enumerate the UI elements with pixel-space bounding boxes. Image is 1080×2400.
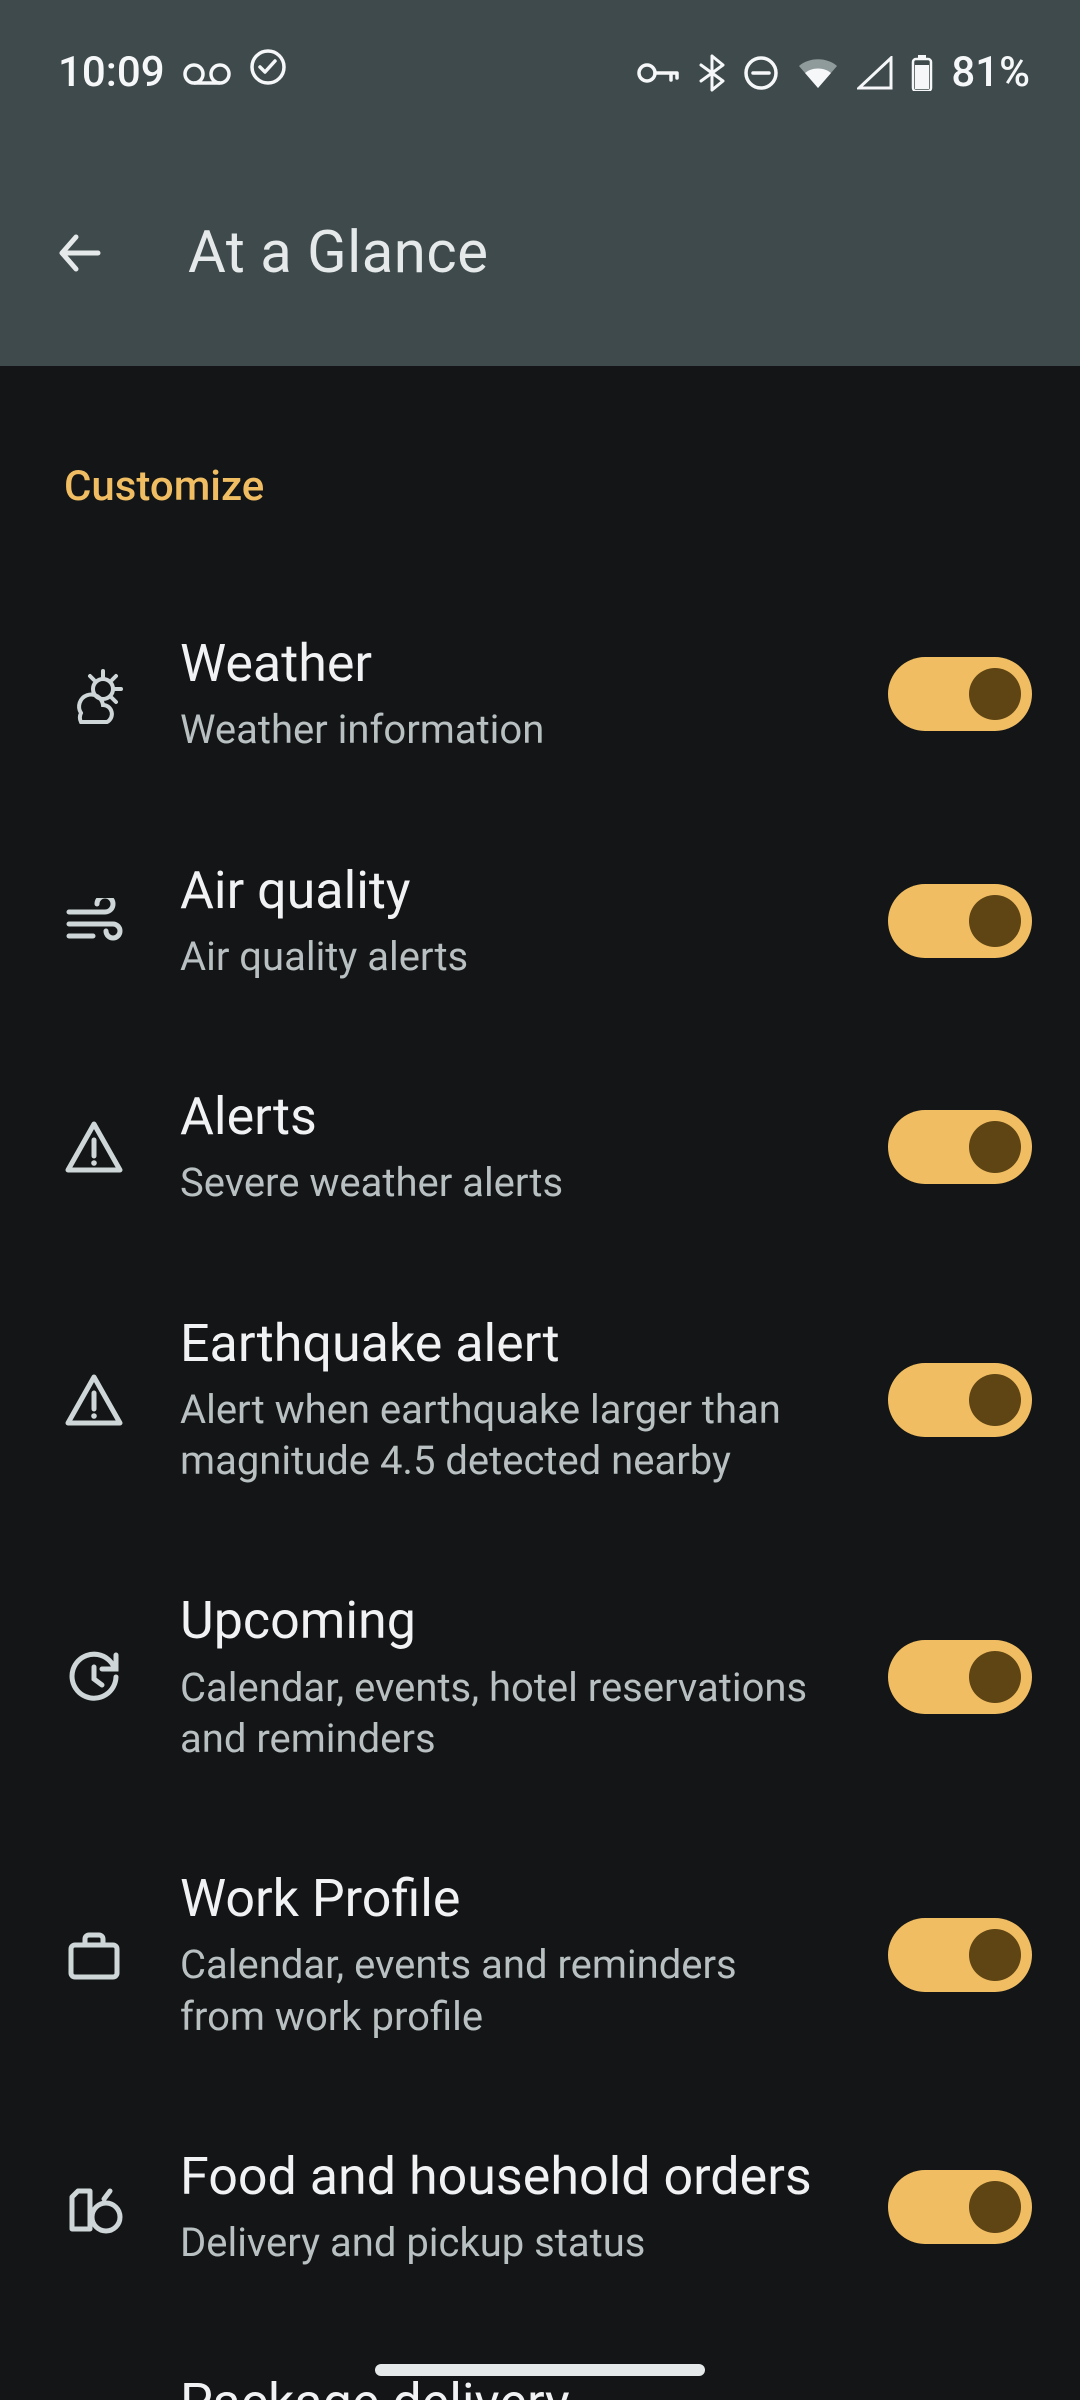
weather-icon — [58, 663, 130, 725]
row-subtitle: Delivery and pickup status — [180, 2217, 818, 2268]
warning-icon — [58, 1373, 130, 1427]
row-subtitle: Calendar, events, hotel reservations and… — [180, 1662, 818, 1764]
voicemail-icon — [183, 48, 231, 97]
app-bar: At a Glance — [0, 140, 1080, 366]
status-bar: 10:09 81% — [0, 0, 1080, 140]
section-label-customize: Customize — [0, 366, 1080, 511]
page-title: At a Glance — [188, 219, 488, 287]
cell-signal-icon — [857, 56, 893, 90]
warning-icon — [58, 1120, 130, 1174]
toggle-alerts[interactable] — [888, 1110, 1032, 1184]
content: Customize Weather Weather information Ai… — [0, 366, 1080, 2400]
toggle-earthquake-alert[interactable] — [888, 1363, 1032, 1437]
update-icon — [58, 1649, 130, 1705]
row-subtitle: Alert when earthquake larger than magnit… — [180, 1384, 818, 1486]
row-title: Food and household orders — [180, 2146, 818, 2207]
row-subtitle: Severe weather alerts — [180, 1157, 818, 1208]
row-title: Package delivery — [180, 2372, 818, 2400]
row-food-orders[interactable]: Food and household orders Delivery and p… — [0, 2094, 1080, 2321]
row-package-delivery[interactable]: Package delivery Show when a package is … — [0, 2320, 1080, 2400]
status-right: 81% — [637, 48, 1030, 97]
wind-icon — [58, 898, 130, 944]
row-weather[interactable]: Weather Weather information — [0, 581, 1080, 808]
status-time: 10:09 — [58, 48, 165, 97]
navigation-handle[interactable] — [375, 2364, 705, 2376]
row-subtitle: Air quality alerts — [180, 931, 818, 982]
row-subtitle: Weather information — [180, 704, 818, 755]
wifi-icon — [797, 56, 839, 90]
briefcase-icon — [58, 1929, 130, 1981]
arrow-back-icon — [52, 225, 108, 281]
row-title: Alerts — [180, 1086, 818, 1147]
vpn-key-icon — [637, 61, 681, 85]
toggle-weather[interactable] — [888, 657, 1032, 731]
row-alerts[interactable]: Alerts Severe weather alerts — [0, 1034, 1080, 1261]
toggle-air-quality[interactable] — [888, 884, 1032, 958]
groceries-icon — [58, 2179, 130, 2235]
row-work-profile[interactable]: Work Profile Calendar, events and remind… — [0, 1816, 1080, 2094]
back-button[interactable] — [40, 213, 120, 293]
row-title: Work Profile — [180, 1868, 818, 1929]
row-title: Earthquake alert — [180, 1313, 818, 1374]
row-title: Air quality — [180, 860, 818, 921]
row-title: Weather — [180, 633, 818, 694]
checkmark-circle-icon — [249, 48, 287, 97]
toggle-food-orders[interactable] — [888, 2170, 1032, 2244]
row-title: Upcoming — [180, 1590, 818, 1651]
status-left: 10:09 — [58, 48, 287, 97]
do-not-disturb-icon — [743, 55, 779, 91]
settings-list: Weather Weather information Air quality … — [0, 511, 1080, 2400]
row-upcoming[interactable]: Upcoming Calendar, events, hotel reserva… — [0, 1538, 1080, 1816]
row-earthquake-alert[interactable]: Earthquake alert Alert when earthquake l… — [0, 1261, 1080, 1539]
toggle-upcoming[interactable] — [888, 1640, 1032, 1714]
bluetooth-icon — [699, 54, 725, 92]
row-subtitle: Calendar, events and reminders from work… — [180, 1939, 818, 2041]
row-air-quality[interactable]: Air quality Air quality alerts — [0, 808, 1080, 1035]
status-battery-percent: 81% — [951, 48, 1030, 97]
toggle-work-profile[interactable] — [888, 1918, 1032, 1992]
battery-icon — [911, 55, 933, 91]
